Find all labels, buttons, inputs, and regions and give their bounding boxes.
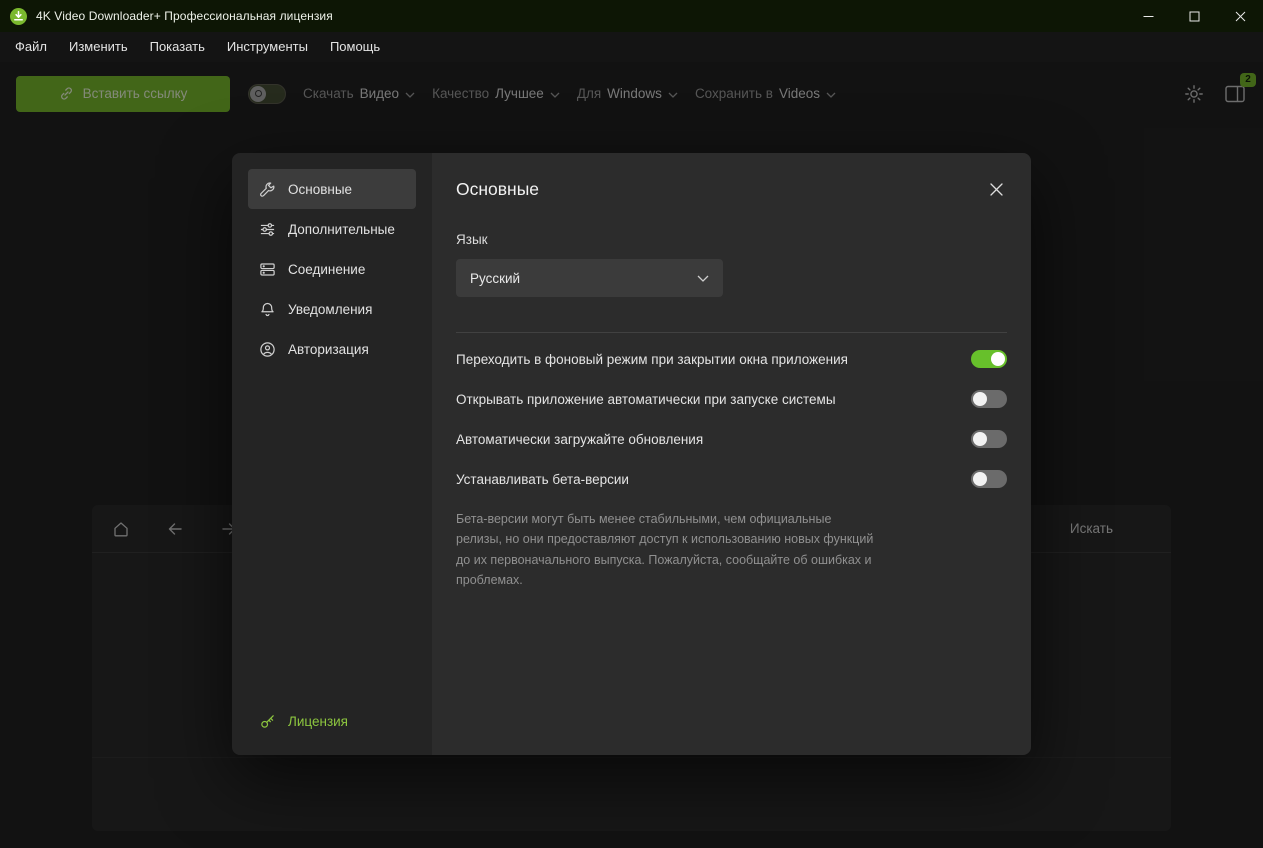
- menu-tools[interactable]: Инструменты: [216, 32, 319, 62]
- dialog-close-icon[interactable]: [985, 178, 1007, 200]
- license-label: Лицензия: [288, 714, 348, 729]
- toggle-row-autostart: Открывать приложение автоматически при з…: [456, 379, 1007, 419]
- toggle-row-autoupdate: Автоматически загружайте обновления: [456, 419, 1007, 459]
- settings-nav: Основные Дополнительные: [232, 153, 432, 755]
- close-button[interactable]: [1217, 0, 1263, 32]
- menu-file[interactable]: Файл: [4, 32, 58, 62]
- nav-item-label: Основные: [288, 182, 352, 197]
- nav-item-advanced[interactable]: Дополнительные: [248, 209, 416, 249]
- beta-description: Бета-версии могут быть менее стабильными…: [456, 509, 880, 590]
- wrench-icon: [258, 181, 276, 198]
- toggle-list: Переходить в фоновый режим при закрытии …: [456, 339, 1007, 499]
- nav-item-license[interactable]: Лицензия: [248, 701, 416, 741]
- nav-item-connection[interactable]: Соединение: [248, 249, 416, 289]
- settings-page-title: Основные: [456, 153, 1007, 201]
- titlebar: 4K Video Downloader+ Профессиональная ли…: [0, 0, 1263, 32]
- app-window: 4K Video Downloader+ Профессиональная ли…: [0, 0, 1263, 848]
- beta-toggle[interactable]: [971, 470, 1007, 488]
- settings-dialog: Основные Дополнительные: [232, 153, 1031, 755]
- user-icon: [258, 341, 276, 358]
- language-value: Русский: [470, 271, 520, 286]
- toggle-row-beta: Устанавливать бета-версии: [456, 459, 1007, 499]
- window-title: 4K Video Downloader+ Профессиональная ли…: [36, 9, 333, 23]
- server-icon: [258, 261, 276, 278]
- app-logo-icon: [10, 8, 27, 25]
- menubar: Файл Изменить Показать Инструменты Помощ…: [0, 32, 1263, 62]
- chevron-down-icon: [697, 275, 709, 282]
- nav-item-label: Авторизация: [288, 342, 369, 357]
- key-icon: [258, 713, 276, 730]
- minimize-button[interactable]: [1125, 0, 1171, 32]
- maximize-button[interactable]: [1171, 0, 1217, 32]
- bell-icon: [258, 301, 276, 318]
- settings-content: Основные Язык Русский Переходить в фонов…: [432, 153, 1031, 755]
- menu-view[interactable]: Показать: [139, 32, 216, 62]
- nav-item-label: Дополнительные: [288, 222, 395, 237]
- sliders-icon: [258, 221, 276, 238]
- language-label: Язык: [456, 232, 1007, 247]
- menu-help[interactable]: Помощь: [319, 32, 391, 62]
- nav-item-notifications[interactable]: Уведомления: [248, 289, 416, 329]
- section-divider: [456, 332, 1007, 333]
- toggle-row-background-mode: Переходить в фоновый режим при закрытии …: [456, 339, 1007, 379]
- nav-item-label: Уведомления: [288, 302, 372, 317]
- autostart-toggle[interactable]: [971, 390, 1007, 408]
- window-controls: [1125, 0, 1263, 32]
- background-mode-toggle[interactable]: [971, 350, 1007, 368]
- nav-item-authorization[interactable]: Авторизация: [248, 329, 416, 369]
- nav-item-general[interactable]: Основные: [248, 169, 416, 209]
- menu-edit[interactable]: Изменить: [58, 32, 139, 62]
- autoupdate-toggle[interactable]: [971, 430, 1007, 448]
- language-select[interactable]: Русский: [456, 259, 723, 297]
- nav-item-label: Соединение: [288, 262, 365, 277]
